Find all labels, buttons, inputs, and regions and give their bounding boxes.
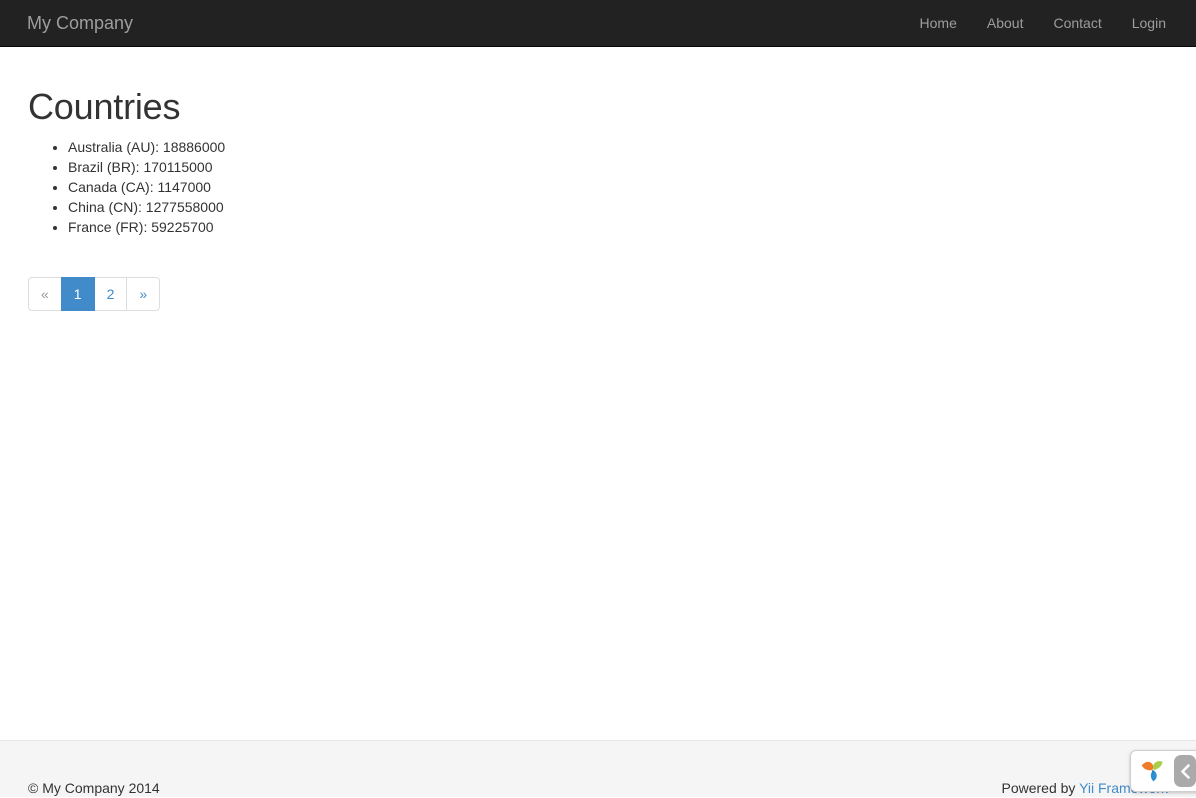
nav-item-home[interactable]: Home bbox=[905, 0, 972, 46]
main-container: Countries Australia (AU): 18886000 Brazi… bbox=[0, 47, 1196, 326]
list-item: China (CN): 1277558000 bbox=[68, 197, 1168, 217]
debug-toolbar-collapse-button[interactable] bbox=[1174, 755, 1196, 787]
nav-link-login[interactable]: Login bbox=[1117, 0, 1181, 46]
list-item: Australia (AU): 18886000 bbox=[68, 137, 1168, 157]
pagination-page-2-label[interactable]: 2 bbox=[93, 276, 128, 311]
navbar-brand[interactable]: My Company bbox=[27, 0, 133, 46]
nav-link-home[interactable]: Home bbox=[905, 0, 972, 46]
footer-copyright: © My Company 2014 bbox=[28, 780, 160, 796]
footer-powered-prefix: Powered by bbox=[1001, 780, 1080, 796]
pagination: « 1 2 » bbox=[28, 276, 161, 311]
footer-inner: © My Company 2014 Powered by Yii Framewo… bbox=[0, 741, 1196, 797]
yii-debug-toolbar[interactable] bbox=[1130, 750, 1196, 792]
page-footer: © My Company 2014 Powered by Yii Framewo… bbox=[0, 740, 1196, 797]
yii-logo-icon bbox=[1138, 756, 1168, 786]
list-item: Canada (CA): 1147000 bbox=[68, 177, 1168, 197]
pagination-prev-label: « bbox=[28, 276, 62, 311]
nav-link-about[interactable]: About bbox=[972, 0, 1039, 46]
chevron-left-icon bbox=[1180, 763, 1190, 779]
page-content: Countries Australia (AU): 18886000 Brazi… bbox=[0, 47, 1196, 326]
nav-item-login[interactable]: Login bbox=[1117, 0, 1181, 46]
top-navbar: My Company Home About Contact Login bbox=[0, 0, 1196, 47]
list-item: France (FR): 59225700 bbox=[68, 217, 1168, 237]
navbar-nav: Home About Contact Login bbox=[905, 0, 1181, 46]
country-list: Australia (AU): 18886000 Brazil (BR): 17… bbox=[28, 137, 1168, 237]
pagination-next-label[interactable]: » bbox=[126, 276, 161, 311]
page-title: Countries bbox=[28, 86, 181, 127]
pagination-page-1-label: 1 bbox=[60, 276, 95, 311]
list-item: Brazil (BR): 170115000 bbox=[68, 157, 1168, 177]
nav-link-contact[interactable]: Contact bbox=[1038, 0, 1116, 46]
nav-item-contact[interactable]: Contact bbox=[1038, 0, 1116, 46]
nav-item-about[interactable]: About bbox=[972, 0, 1039, 46]
